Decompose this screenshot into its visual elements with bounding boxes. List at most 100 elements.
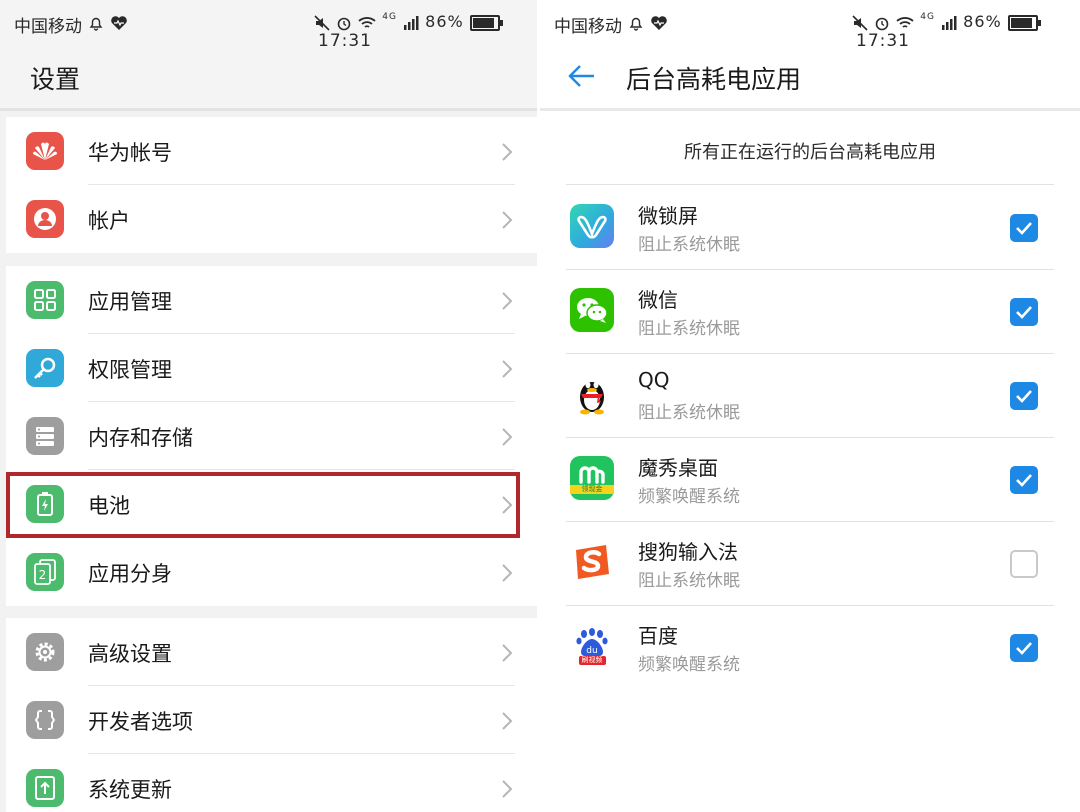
notification-bell-icon [89, 17, 103, 31]
network-type-label: 4G [382, 12, 397, 22]
settings-item-label: 开发者选项 [88, 710, 193, 734]
settings-item-app-twin[interactable]: 2 应用分身 [6, 538, 537, 606]
app-checkbox[interactable] [1010, 466, 1038, 494]
settings-group-account: 华为帐号 帐户 [6, 117, 537, 253]
app-name: 微信 [638, 288, 678, 312]
settings-item-advanced[interactable]: 高级设置 [6, 618, 537, 686]
settings-item-label: 高级设置 [88, 642, 172, 666]
app-row-wechat[interactable]: 微信 阻止系统休眠 [566, 270, 1054, 354]
svg-text:du: du [586, 646, 597, 656]
page-title: 后台高耗电应用 [626, 65, 802, 94]
wechat-icon [570, 288, 614, 332]
qq-penguin-icon [570, 372, 614, 416]
chevron-right-icon [502, 712, 513, 730]
carrier-label: 中国移动 [14, 17, 82, 37]
wifi-icon [358, 16, 376, 28]
chevron-right-icon [502, 360, 513, 378]
battery-percent: 86% [963, 12, 1002, 31]
app-status: 阻止系统休眠 [638, 319, 740, 339]
app-row-sogou[interactable]: 搜狗输入法 阻止系统休眠 [566, 522, 1054, 606]
settings-item-permissions[interactable]: 权限管理 [6, 334, 537, 402]
settings-item-storage[interactable]: 内存和存储 [6, 402, 537, 470]
chevron-right-icon [502, 780, 513, 798]
app-name: QQ [638, 368, 670, 392]
storage-icon [26, 417, 64, 455]
app-name: 搜狗输入法 [638, 540, 738, 564]
app-checkbox[interactable] [1010, 634, 1038, 662]
sogou-icon [570, 540, 614, 584]
app-name: 百度 [638, 624, 678, 648]
settings-item-app-management[interactable]: 应用管理 [6, 266, 537, 334]
settings-item-account[interactable]: 帐户 [6, 185, 537, 253]
settings-item-label: 应用分身 [88, 562, 172, 586]
app-twin-icon: 2 [26, 553, 64, 591]
app-status: 阻止系统休眠 [638, 403, 740, 423]
page-title: 设置 [30, 65, 81, 94]
notification-bell-icon [629, 17, 643, 31]
settings-group-system: 高级设置 开发者选项 系统更新 [6, 618, 537, 812]
list-caption: 所有正在运行的后台高耗电应用 [684, 142, 936, 163]
chevron-right-icon [502, 143, 513, 161]
chevron-right-icon [502, 564, 513, 582]
settings-screen: 中国移动 4G 86% 17:31 设置 华为帐号 帐户 应用管理 权限管理 内… [0, 0, 540, 812]
key-icon [26, 349, 64, 387]
battery-status-icon [1007, 14, 1041, 31]
baidu-icon-caption: 刷视频 [578, 655, 606, 665]
huawei-logo-icon [26, 132, 64, 170]
account-icon [26, 200, 64, 238]
settings-item-label: 帐户 [88, 209, 130, 233]
gear-icon [26, 633, 64, 671]
settings-item-system-update[interactable]: 系统更新 [6, 754, 537, 812]
settings-item-label: 权限管理 [88, 358, 172, 382]
settings-item-label: 系统更新 [88, 778, 172, 802]
mute-icon [852, 14, 868, 31]
chevron-right-icon [502, 292, 513, 310]
app-name: 魔秀桌面 [638, 456, 718, 480]
app-status: 阻止系统休眠 [638, 571, 740, 591]
app-checkbox[interactable] [1010, 550, 1038, 578]
update-icon [26, 769, 64, 807]
baidu-icon: du 刷视频 [570, 624, 614, 668]
braces-icon [26, 701, 64, 739]
mute-icon [314, 14, 330, 31]
app-row-moxiu[interactable]: 领现金 魔秀桌面 频繁唤醒系统 [566, 438, 1054, 522]
app-row-qq[interactable]: QQ 阻止系统休眠 [566, 354, 1054, 438]
battery-status-icon [469, 14, 503, 31]
settings-item-huawei-account[interactable]: 华为帐号 [6, 117, 537, 185]
high-power-apps-screen: 中国移动 4G 86% 17:31 后台高耗电应用 所有正在运行的后台高耗电应用… [540, 0, 1080, 812]
app-checkbox[interactable] [1010, 298, 1038, 326]
chevron-right-icon [502, 428, 513, 446]
back-arrow-icon[interactable] [566, 60, 598, 92]
settings-item-label: 应用管理 [88, 290, 172, 314]
wei-lock-screen-icon [570, 204, 614, 248]
power-apps-header: 后台高耗电应用 [540, 46, 1080, 111]
battery-percent: 86% [425, 12, 464, 31]
apps-grid-icon [26, 281, 64, 319]
settings-item-label: 华为帐号 [88, 141, 172, 165]
moxiu-icon: 领现金 [570, 456, 614, 500]
chevron-right-icon [502, 211, 513, 229]
settings-item-developer[interactable]: 开发者选项 [6, 686, 537, 754]
alarm-icon [875, 17, 889, 30]
settings-header: 设置 [0, 46, 540, 111]
status-bar: 中国移动 4G 86% 17:31 [540, 0, 1080, 51]
app-name: 微锁屏 [638, 204, 698, 228]
signal-icon [942, 15, 957, 30]
chevron-right-icon [502, 644, 513, 662]
app-status: 阻止系统休眠 [638, 235, 740, 255]
app-checkbox[interactable] [1010, 382, 1038, 410]
app-status: 频繁唤醒系统 [638, 655, 740, 675]
app-row-baidu[interactable]: du 刷视频 百度 频繁唤醒系统 [566, 606, 1054, 690]
app-status: 频繁唤醒系统 [638, 487, 740, 507]
heart-rate-icon [111, 15, 127, 30]
settings-item-label: 内存和存储 [88, 426, 193, 450]
svg-text:2: 2 [39, 568, 47, 582]
alarm-icon [337, 17, 351, 30]
carrier-label: 中国移动 [554, 17, 622, 37]
status-bar: 中国移动 4G 86% 17:31 [0, 0, 540, 51]
battery-highlight-box [6, 472, 520, 538]
settings-group-apps: 应用管理 权限管理 内存和存储 电池 2 应用分身 [6, 266, 537, 606]
app-checkbox[interactable] [1010, 214, 1038, 242]
app-row-weisuoping[interactable]: 微锁屏 阻止系统休眠 [566, 186, 1054, 270]
wifi-icon [896, 16, 914, 28]
